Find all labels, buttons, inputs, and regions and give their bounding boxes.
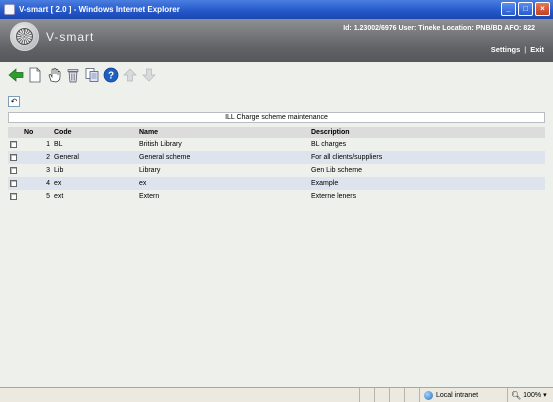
row-name: ex [137, 177, 309, 190]
app-header: V-smart Id: 1.23002/6976 User: Tineke Lo… [0, 19, 553, 62]
up-arrow-icon [122, 67, 138, 83]
row-description: For all clients/suppliers [309, 151, 545, 164]
table-row[interactable]: 5 ext Extern Externe leners [8, 190, 545, 203]
row-name: British Library [137, 138, 309, 151]
status-slot [359, 388, 374, 402]
zone-label: Local intranet [436, 391, 479, 399]
row-no: 2 [22, 151, 52, 164]
vsmart-logo-icon [10, 22, 39, 51]
zoom-control[interactable]: 🔍︎ 100% ▾ [507, 388, 553, 402]
copy-icon[interactable] [84, 67, 100, 83]
status-slot [374, 388, 389, 402]
row-checkbox[interactable] [10, 153, 17, 161]
charge-scheme-table: No Code Name Description 1 BL British Li… [8, 127, 545, 203]
globe-icon [424, 390, 433, 400]
header-name[interactable]: Name [137, 127, 309, 138]
session-info: Id: 1.23002/6976 User: Tineke Location: … [343, 25, 535, 32]
row-checkbox[interactable] [10, 140, 17, 148]
header-description[interactable]: Description [309, 127, 545, 138]
row-description: Example [309, 177, 545, 190]
maximize-button[interactable]: □ [518, 2, 533, 16]
row-name: Extern [137, 190, 309, 203]
row-no: 3 [22, 164, 52, 177]
status-text-area [0, 388, 359, 402]
table-header-row: No Code Name Description [8, 127, 545, 138]
trash-icon[interactable] [65, 67, 81, 83]
header-no[interactable]: No [22, 127, 52, 138]
row-code: Lib [52, 164, 137, 177]
svg-text:?: ? [108, 71, 114, 82]
row-name: Library [137, 164, 309, 177]
panel-title: ILL Charge scheme maintenance [8, 112, 545, 123]
header-links: Settings | Exit [491, 45, 544, 54]
toolbar: ? [0, 62, 553, 88]
table-row[interactable]: 2 General General scheme For all clients… [8, 151, 545, 164]
row-checkbox[interactable] [10, 179, 17, 187]
table-row[interactable]: 4 ex ex Example [8, 177, 545, 190]
refresh-button[interactable]: ↶ [8, 96, 20, 107]
zoom-value: 100% [523, 391, 542, 399]
zoom-dropdown-icon: ▾ [543, 392, 547, 399]
exit-link[interactable]: Exit [530, 45, 544, 54]
brand-name: V-smart [46, 30, 95, 44]
row-code: BL [52, 138, 137, 151]
row-no: 4 [22, 177, 52, 190]
row-checkbox[interactable] [10, 166, 17, 174]
table-row[interactable]: 1 BL British Library BL charges [8, 138, 545, 151]
header-code[interactable]: Code [52, 127, 137, 138]
down-arrow-icon [141, 67, 157, 83]
row-name: General scheme [137, 151, 309, 164]
row-code: General [52, 151, 137, 164]
hand-select-icon[interactable] [46, 67, 62, 83]
window-controls: _ □ × [501, 2, 550, 16]
row-description: Externe leners [309, 190, 545, 203]
browser-icon [4, 4, 15, 15]
magnifier-icon: 🔍︎ [511, 390, 522, 400]
header-select [8, 127, 22, 138]
back-arrow-icon[interactable] [8, 67, 24, 83]
settings-link[interactable]: Settings [491, 45, 521, 54]
security-zone[interactable]: Local intranet [419, 388, 507, 402]
row-checkbox[interactable] [10, 192, 17, 200]
status-slot [389, 388, 404, 402]
new-document-icon[interactable] [27, 67, 43, 83]
window-title: V-smart [ 2.0 ] - Windows Internet Explo… [19, 5, 180, 14]
help-icon[interactable]: ? [103, 67, 119, 83]
status-bar: Local intranet 🔍︎ 100% ▾ [0, 387, 553, 402]
close-button[interactable]: × [535, 2, 550, 16]
row-description: BL charges [309, 138, 545, 151]
status-slot [404, 388, 419, 402]
row-description: Gen Lib scheme [309, 164, 545, 177]
row-no: 1 [22, 138, 52, 151]
link-separator: | [524, 45, 527, 54]
row-code: ex [52, 177, 137, 190]
table-row[interactable]: 3 Lib Library Gen Lib scheme [8, 164, 545, 177]
minimize-button[interactable]: _ [501, 2, 516, 16]
row-no: 5 [22, 190, 52, 203]
window-titlebar: V-smart [ 2.0 ] - Windows Internet Explo… [0, 0, 553, 19]
row-code: ext [52, 190, 137, 203]
